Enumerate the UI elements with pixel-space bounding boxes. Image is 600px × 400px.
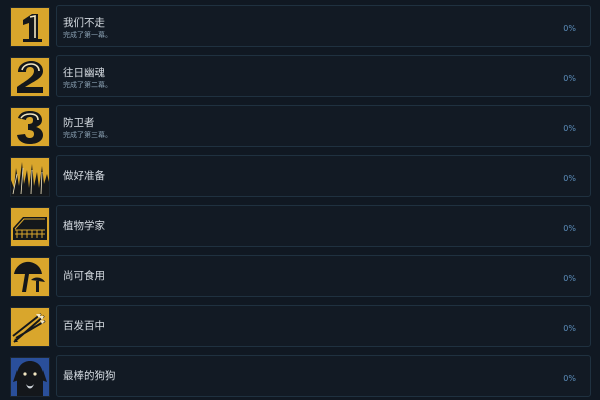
achievement-panel: 百发百中 0%: [56, 305, 591, 347]
achievement-description: 完成了第二幕。: [63, 81, 112, 89]
achievement-row[interactable]: 尚可食用 0%: [0, 255, 600, 299]
achievement-panel: 最棒的狗狗 0%: [56, 355, 591, 397]
achievement-row[interactable]: 百发百中 0%: [0, 305, 600, 349]
unlock-percentage: 0%: [563, 74, 576, 83]
unlock-percentage: 0%: [563, 374, 576, 383]
achievement-description: 完成了第三幕。: [63, 131, 112, 139]
achievement-title: 植物学家: [63, 220, 105, 232]
achievement-title: 最棒的狗狗: [63, 370, 116, 382]
number-three-icon: [10, 107, 50, 147]
achievement-panel: 我们不走 完成了第一幕。 0%: [56, 5, 591, 47]
achievement-panel: 防卫者 完成了第三幕。 0%: [56, 105, 591, 147]
number-two-icon: [10, 57, 50, 97]
unlock-percentage: 0%: [563, 174, 576, 183]
number-one-icon: [10, 7, 50, 47]
achievement-list: 我们不走 完成了第一幕。 0% 往日幽魂 完成了第二幕。 0% 防卫者 完成了第…: [0, 0, 600, 400]
unlock-percentage: 0%: [563, 124, 576, 133]
achievement-description: 完成了第一幕。: [63, 31, 112, 39]
achievement-title: 尚可食用: [63, 270, 105, 282]
arrows-icon: [10, 307, 50, 347]
achievement-title: 防卫者: [63, 117, 95, 129]
unlock-percentage: 0%: [563, 24, 576, 33]
achievement-title: 我们不走: [63, 17, 105, 29]
achievement-title: 做好准备: [63, 170, 105, 182]
achievement-panel: 往日幽魂 完成了第二幕。 0%: [56, 55, 591, 97]
spiky-grass-icon: [10, 157, 50, 197]
achievement-row[interactable]: 防卫者 完成了第三幕。 0%: [0, 105, 600, 149]
achievement-row[interactable]: 往日幽魂 完成了第二幕。 0%: [0, 55, 600, 99]
achievement-row[interactable]: 我们不走 完成了第一幕。 0%: [0, 5, 600, 49]
achievement-title: 百发百中: [63, 320, 105, 332]
unlock-percentage: 0%: [563, 224, 576, 233]
achievement-row[interactable]: 做好准备 0%: [0, 155, 600, 199]
achievement-row[interactable]: 最棒的狗狗 0%: [0, 355, 600, 399]
achievement-panel: 尚可食用 0%: [56, 255, 591, 297]
achievement-row[interactable]: 植物学家 0%: [0, 205, 600, 249]
achievement-panel: 做好准备 0%: [56, 155, 591, 197]
achievement-title: 往日幽魂: [63, 67, 105, 79]
greenhouse-icon: [10, 207, 50, 247]
unlock-percentage: 0%: [563, 324, 576, 333]
mushroom-icon: [10, 257, 50, 297]
dog-face-icon: [10, 357, 50, 397]
unlock-percentage: 0%: [563, 274, 576, 283]
achievement-panel: 植物学家 0%: [56, 205, 591, 247]
